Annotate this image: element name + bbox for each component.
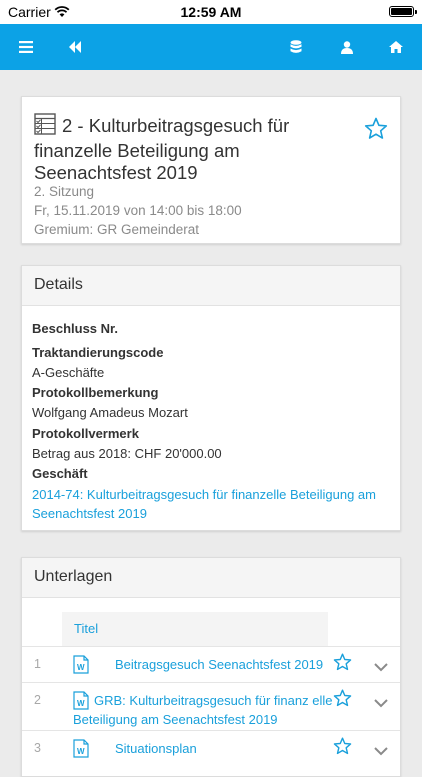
document-star-icon[interactable] [333,689,352,712]
document-title-link[interactable]: GRB: Kulturbeitragsgesuch für finanz ell… [73,691,335,729]
documents-title: Unterlagen [34,568,113,585]
documents-card: Unterlagen Titel 1 W Beitragsgesuch Seen… [21,557,401,777]
chevron-down-icon[interactable] [374,695,388,713]
chevron-down-icon[interactable] [374,743,388,761]
geschaeft-link[interactable]: 2014-74: Kulturbeitragsgesuch für finanz… [32,485,386,523]
svg-text:W: W [77,747,85,756]
traktandierungscode-value: A-Geschäfte [32,365,105,380]
favorite-star-icon[interactable] [364,117,388,145]
protokollbemerkung-label: Protokollbemerkung [32,385,159,400]
geschaeft-label: Geschäft [32,466,88,481]
document-row[interactable]: 3 W Situationsplan [22,730,400,771]
agenda-item-title: 2 - Kulturbeitragsgesuch für finanzelle … [34,113,356,184]
document-row-number: 2 [34,693,41,707]
details-card: Details Beschluss Nr. Traktandierungscod… [21,265,401,531]
traktandierungscode-label: Traktandierungscode [32,345,164,360]
details-header: Details [22,266,400,306]
word-document-icon: W [73,739,89,763]
document-row-number: 1 [34,657,41,671]
checklist-icon [34,113,56,140]
agenda-item-card: 2 - Kulturbeitragsgesuch für finanzelle … [21,96,401,244]
document-title-link[interactable]: Beitragsgesuch Seenachtsfest 2019 [115,655,345,674]
column-title-label: Titel [74,621,99,636]
document-row-number: 3 [34,741,41,755]
beschluss-label: Beschluss Nr. [32,321,118,336]
agenda-item-title-text: 2 - Kulturbeitragsgesuch für finanzelle … [34,115,290,183]
menu-icon[interactable] [6,24,46,70]
chevron-down-icon[interactable] [374,659,388,677]
documents-header: Unterlagen [22,558,400,598]
document-star-icon[interactable] [333,653,352,676]
details-title: Details [34,276,83,293]
word-document-icon: W [73,655,89,679]
svg-text:W: W [77,663,85,672]
document-star-icon[interactable] [333,737,352,760]
battery-icon [389,6,417,17]
document-row[interactable]: 1 W Beitragsgesuch Seenachtsfest 2019 [22,646,400,683]
status-bar: Carrier 12:59 AM [0,0,422,24]
document-title-link[interactable]: Situationsplan [115,739,345,758]
protokollvermerk-label: Protokollvermerk [32,426,139,441]
database-icon[interactable] [276,24,316,70]
double-chevron-left-icon[interactable] [55,24,95,70]
top-nav-bar [0,24,422,70]
clock: 12:59 AM [180,4,242,20]
document-row[interactable]: 2 W GRB: Kulturbeitragsgesuch für finanz… [22,682,400,731]
session-datetime: Fr, 15.11.2019 von 14:00 bis 18:00 [34,203,242,218]
protokollvermerk-value: Betrag aus 2018: CHF 20'000.00 [32,446,222,461]
user-icon[interactable] [327,24,367,70]
protokollbemerkung-value: Wolfgang Amadeus Mozart [32,405,188,420]
gremium-label: Gremium: GR Gemeinderat [34,222,200,237]
session-label: 2. Sitzung [34,184,95,199]
column-header-title[interactable]: Titel [62,612,328,646]
home-icon[interactable] [376,24,416,70]
